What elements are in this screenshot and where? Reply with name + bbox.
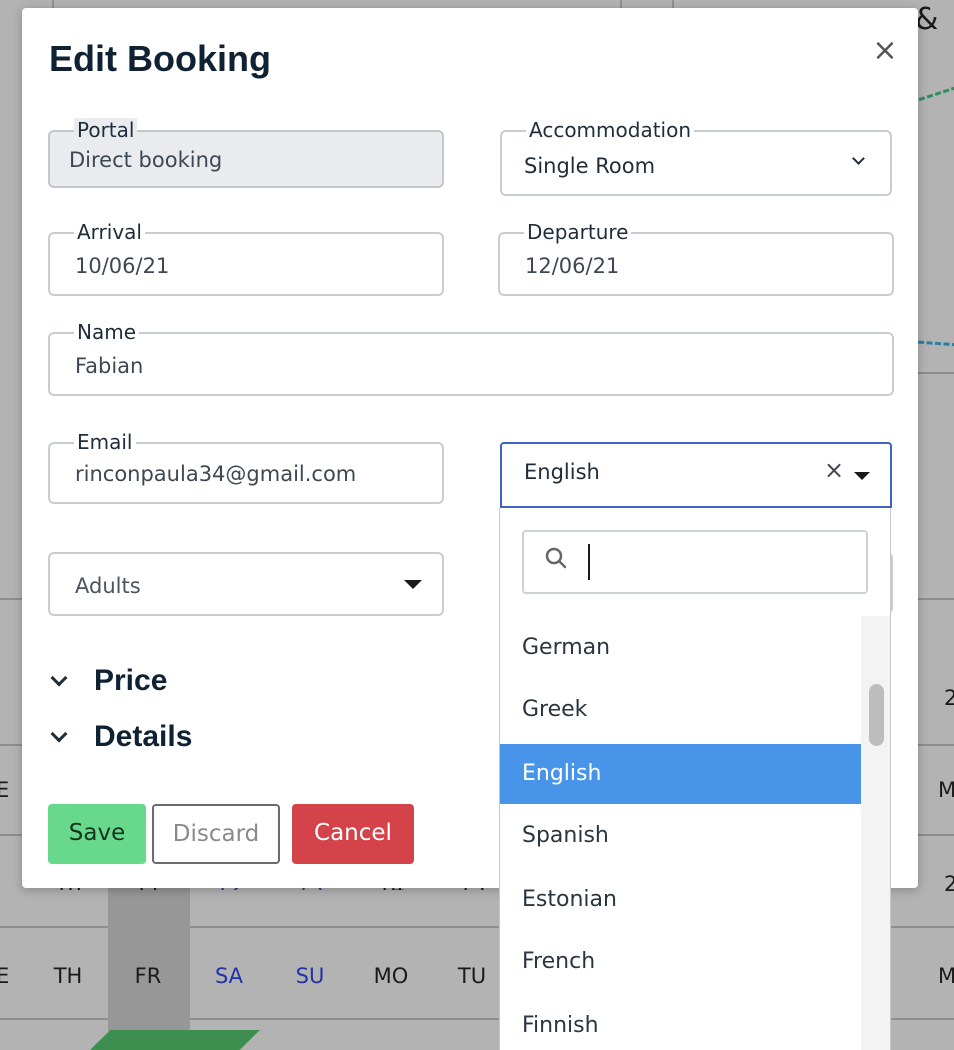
language-option[interactable]: Estonian (500, 870, 861, 930)
scrollbar-thumb[interactable] (869, 684, 884, 746)
cancel-button[interactable]: Cancel (292, 804, 414, 864)
chevron-down-icon (50, 725, 68, 743)
arrival-field[interactable]: Arrival 10/06/21 (48, 220, 444, 296)
edge-label: 2 (944, 872, 954, 896)
price-section-title: Price (94, 664, 168, 697)
language-options-list[interactable]: German Greek English Spanish Estonian Fr… (500, 616, 861, 1050)
discard-button[interactable]: Discard (152, 804, 280, 864)
booking-bar[interactable] (90, 1030, 260, 1050)
edge-label: M (938, 778, 954, 802)
edge-label: 2 (944, 686, 954, 710)
language-option[interactable]: Finnish (500, 996, 861, 1050)
departure-label: Departure (524, 220, 632, 244)
language-option[interactable]: Spanish (500, 806, 861, 866)
weekday-label: FR (134, 964, 162, 988)
adults-placeholder: Adults (75, 574, 141, 598)
weekday-label: M (938, 964, 954, 988)
portal-label: Portal (74, 118, 138, 142)
accommodation-label: Accommodation (526, 118, 695, 142)
name-field[interactable]: Name Fabian (48, 320, 894, 396)
arrival-value: 10/06/21 (75, 254, 170, 278)
language-value: English (524, 460, 600, 484)
departure-value: 12/06/21 (525, 254, 620, 278)
save-button[interactable]: Save (48, 804, 146, 864)
language-option[interactable]: French (500, 932, 861, 992)
details-section-title: Details (94, 720, 193, 753)
header-fragment: & (915, 2, 939, 37)
language-option[interactable]: Greek (500, 680, 861, 740)
language-search-input[interactable] (522, 530, 868, 594)
grid-line (52, 0, 54, 8)
weekday-label: MO (373, 964, 409, 988)
email-field[interactable]: Email rinconpaula34@gmail.com (48, 430, 444, 504)
weekday-label: SA (214, 964, 244, 988)
dropdown-scrollbar[interactable] (861, 616, 890, 1050)
chevron-down-icon (50, 669, 68, 687)
portal-field: Portal Direct booking (48, 118, 444, 188)
portal-value: Direct booking (69, 148, 223, 172)
language-select[interactable]: English × (500, 442, 892, 508)
weekday-label: TH (53, 964, 83, 988)
chart-dash-line (918, 85, 954, 102)
clear-icon[interactable]: × (824, 456, 844, 484)
email-value: rinconpaula34@gmail.com (75, 462, 357, 486)
grid-line (918, 372, 954, 374)
arrival-label: Arrival (74, 220, 145, 244)
text-cursor (588, 544, 590, 580)
search-icon (545, 547, 567, 569)
caret-down-icon[interactable] (854, 472, 870, 480)
name-label: Name (74, 320, 140, 344)
edge-label: E (0, 778, 10, 802)
chevron-down-icon (852, 152, 865, 165)
close-icon[interactable]: × (870, 36, 900, 66)
accommodation-value: Single Room (524, 154, 656, 178)
caret-down-icon (404, 580, 422, 589)
email-label: Email (74, 430, 136, 454)
grid-line (672, 0, 674, 8)
accommodation-select[interactable]: Accommodation Single Room (500, 118, 892, 196)
details-section-toggle[interactable]: Details (47, 720, 227, 760)
weekday-label: E (0, 964, 10, 988)
language-option-selected[interactable]: English (500, 744, 861, 804)
language-dropdown: German Greek English Spanish Estonian Fr… (499, 508, 891, 1050)
weekday-label: SU (295, 964, 325, 988)
price-section-toggle[interactable]: Price (47, 664, 207, 704)
grid-line (620, 0, 622, 8)
name-value: Fabian (75, 354, 144, 378)
adults-select[interactable]: Adults (48, 552, 444, 616)
modal-title: Edit Booking (49, 38, 271, 79)
language-option[interactable]: German (500, 618, 861, 678)
chart-dash-line (917, 340, 954, 347)
dropdown-search-area (500, 508, 890, 616)
departure-field[interactable]: Departure 12/06/21 (498, 220, 894, 296)
